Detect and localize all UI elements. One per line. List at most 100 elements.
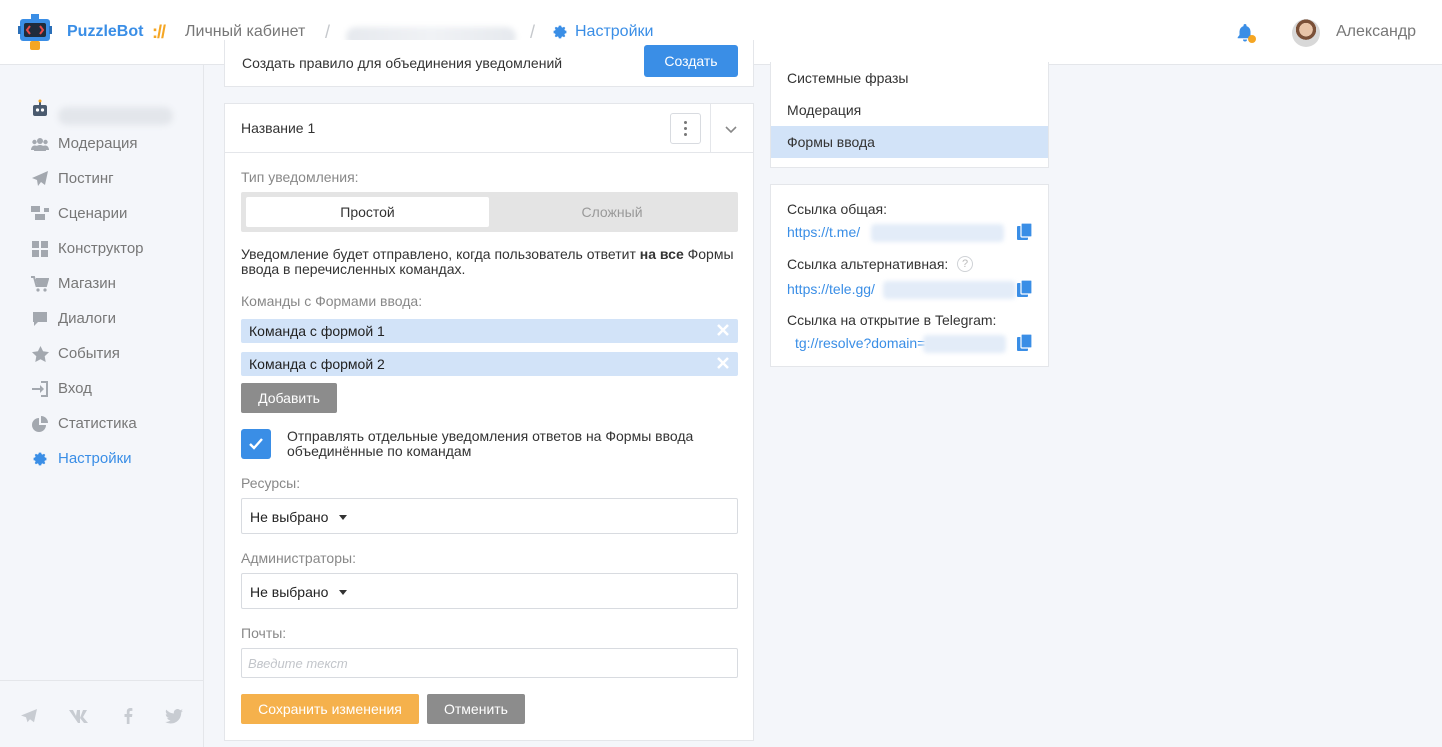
save-changes-button[interactable]: Сохранить изменения xyxy=(241,694,419,724)
sidebar-item-dialogs[interactable]: Диалоги xyxy=(0,301,204,336)
caret-down-icon xyxy=(339,590,347,595)
sidebar-item-settings[interactable]: Настройки xyxy=(0,441,204,476)
bot-avatar-icon[interactable] xyxy=(30,99,50,119)
kebab-dot xyxy=(684,121,687,124)
description-bold: на все xyxy=(639,246,684,262)
user-avatar[interactable] xyxy=(1292,19,1320,47)
admins-select[interactable]: Не выбрано xyxy=(241,573,738,609)
rule-card: Название 1 Тип уведомления: Простой Слож… xyxy=(224,103,754,741)
general-link-label: Ссылка общая: xyxy=(787,201,888,217)
sidebar-item-label: Диалоги xyxy=(58,310,116,327)
emails-input[interactable] xyxy=(241,648,738,678)
more-options-button[interactable] xyxy=(670,113,701,144)
notification-type-label: Тип уведомления: xyxy=(241,169,359,185)
facebook-icon[interactable] xyxy=(118,706,138,726)
twitter-icon[interactable] xyxy=(164,706,184,726)
paper-plane-icon xyxy=(31,170,49,188)
general-link[interactable]: https://t.me/ xyxy=(787,224,860,240)
telegram-icon[interactable] xyxy=(19,706,39,726)
submenu-item-moderation[interactable]: Модерация xyxy=(771,94,1048,126)
resources-label: Ресурсы: xyxy=(241,475,301,491)
sidebar-item-scenarios[interactable]: Сценарии xyxy=(0,196,204,231)
type-option-simple[interactable]: Простой xyxy=(246,197,489,227)
separate-notifications-checkbox[interactable] xyxy=(241,429,271,459)
sidebar-item-constructor[interactable]: Конструктор xyxy=(0,231,204,266)
sidebar-item-events[interactable]: События xyxy=(0,336,204,371)
sidebar-item-posting[interactable]: Постинг xyxy=(0,161,204,196)
sidebar-divider xyxy=(0,680,204,681)
submenu-item-system-phrases[interactable]: Системные фразы xyxy=(771,62,1048,94)
sign-in-icon xyxy=(31,380,49,398)
rule-card-header[interactable]: Название 1 xyxy=(225,104,753,153)
pie-chart-icon xyxy=(31,415,49,433)
redacted-value xyxy=(923,335,1006,353)
resources-select[interactable]: Не выбрано xyxy=(241,498,738,534)
gear-icon xyxy=(31,450,49,468)
create-rule-card: Создать правило для объединения уведомле… xyxy=(224,40,754,87)
sidebar-item-label: Модерация xyxy=(58,135,138,152)
create-rule-text: Создать правило для объединения уведомле… xyxy=(242,55,563,71)
add-command-button[interactable]: Добавить xyxy=(241,383,337,413)
command-tag: Команда с формой 2 xyxy=(241,352,738,376)
brand-name[interactable]: PuzzleBot xyxy=(67,23,143,41)
puzzlebot-logo-icon[interactable] xyxy=(18,14,52,50)
sidebar-item-statistics[interactable]: Статистика xyxy=(0,406,204,441)
gear-icon xyxy=(553,25,567,39)
kebab-dot xyxy=(684,127,687,130)
help-icon[interactable]: ? xyxy=(957,256,973,272)
breadcrumb-settings[interactable]: Настройки xyxy=(552,23,653,41)
sidebar-item-label: Настройки xyxy=(58,450,132,467)
sidebar-item-label: Статистика xyxy=(58,415,137,432)
sidebar-item-label: Сценарии xyxy=(58,205,128,222)
alt-link[interactable]: https://tele.gg/ xyxy=(787,281,875,297)
sidebar-item-label: Магазин xyxy=(58,275,116,292)
telegram-link[interactable]: tg://resolve?domain= xyxy=(795,335,925,351)
copy-icon[interactable] xyxy=(1017,223,1033,241)
alt-link-label: Ссылка альтернативная: xyxy=(787,256,949,272)
redacted-value xyxy=(871,224,1004,242)
commands-label: Команды с Формами ввода: xyxy=(241,293,423,309)
breadcrumb-cabinet[interactable]: Личный кабинет xyxy=(185,23,305,41)
copy-icon[interactable] xyxy=(1017,334,1033,352)
redacted-value xyxy=(883,281,1016,299)
description-text: Уведомление будет отправлено, когда поль… xyxy=(241,246,640,262)
rule-title: Название 1 xyxy=(241,120,316,136)
notification-type-toggle: Простой Сложный xyxy=(241,192,738,232)
type-option-complex[interactable]: Сложный xyxy=(491,197,733,227)
user-name[interactable]: Александр xyxy=(1336,23,1416,41)
sidebar-item-shop[interactable]: Магазин xyxy=(0,266,204,301)
sidebar-item-label: Постинг xyxy=(58,170,114,187)
caret-down-icon xyxy=(339,515,347,520)
grid-icon xyxy=(31,240,49,258)
sidebar-item-login[interactable]: Вход xyxy=(0,371,204,406)
brand-separator: :// xyxy=(152,22,166,42)
chevron-down-icon[interactable] xyxy=(722,120,740,138)
admins-label: Администраторы: xyxy=(241,550,356,566)
sidebar-item-label: Вход xyxy=(58,380,92,397)
cancel-button[interactable]: Отменить xyxy=(427,694,525,724)
vk-icon[interactable] xyxy=(69,706,91,726)
resources-value: Не выбрано xyxy=(250,509,329,525)
separate-notifications-label: Отправлять отдельные уведомления ответов… xyxy=(287,428,694,459)
command-tag-label: Команда с формой 1 xyxy=(249,323,385,339)
breadcrumb-settings-label: Настройки xyxy=(575,23,654,40)
bell-icon[interactable] xyxy=(1235,22,1257,44)
sidebar-item-label: События xyxy=(58,345,120,362)
cart-icon xyxy=(31,275,49,293)
remove-icon[interactable] xyxy=(714,321,732,339)
chat-icon xyxy=(31,310,49,328)
submenu-item-input-forms[interactable]: Формы ввода xyxy=(771,126,1048,158)
sidebar-item-moderation[interactable]: Модерация xyxy=(0,126,204,161)
users-icon xyxy=(31,135,49,153)
command-tag: Команда с формой 1 xyxy=(241,319,738,343)
header-divider xyxy=(710,104,711,153)
sidebar: Модерация Постинг Сценарии Конструктор М… xyxy=(0,65,204,747)
copy-icon[interactable] xyxy=(1017,280,1033,298)
command-tag-label: Команда с формой 2 xyxy=(249,356,385,372)
bot-name-redacted[interactable] xyxy=(58,107,173,125)
sidebar-item-label: Конструктор xyxy=(58,240,144,257)
remove-icon[interactable] xyxy=(714,354,732,372)
star-icon xyxy=(31,345,49,363)
scenario-icon xyxy=(31,205,49,223)
create-rule-button[interactable]: Создать xyxy=(644,45,738,77)
